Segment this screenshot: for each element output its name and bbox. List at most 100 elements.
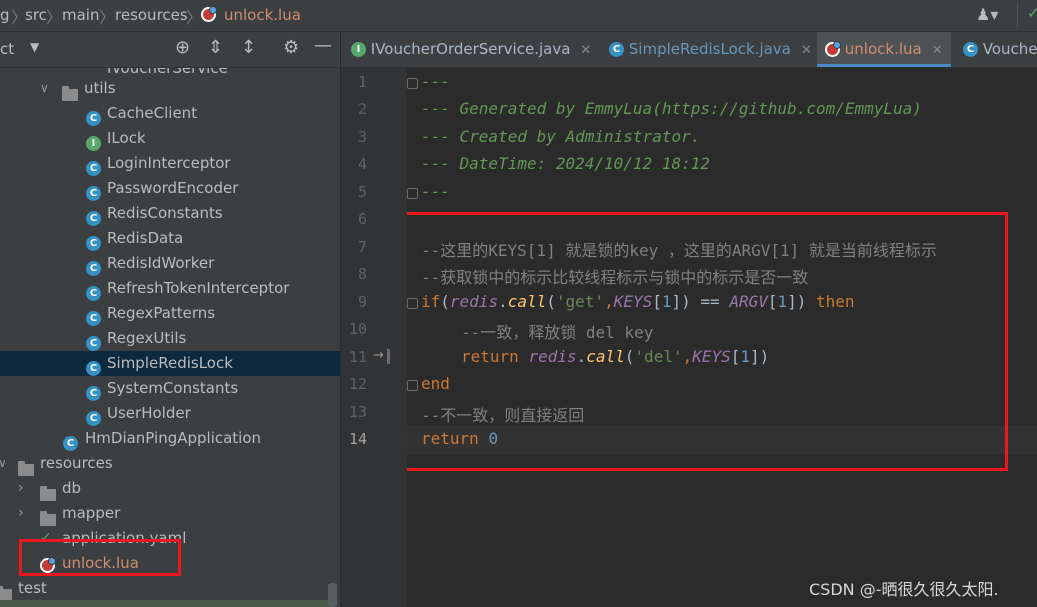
tab-unlock-lua[interactable]: unlock.lua ✕ <box>817 32 951 67</box>
lua-file-icon <box>201 6 217 22</box>
tab-simpleredislock[interactable]: C SimpleRedisLock.java ✕ <box>609 32 812 67</box>
close-icon[interactable]: ✕ <box>580 43 591 58</box>
tree-item-label: HmDianPingApplication <box>85 429 262 447</box>
project-view-title[interactable]: ct <box>0 40 14 58</box>
class-icon: C <box>86 236 101 251</box>
close-icon[interactable]: ✕ <box>801 43 812 58</box>
navigation-bar: g 〉 src 〉 main 〉 resources 〉 unlock.lua … <box>0 0 1037 32</box>
tree-item-ilock[interactable]: I ILock <box>0 126 340 151</box>
code-editor[interactable]: --- --- Generated by EmmyLua(https://git… <box>407 68 1037 607</box>
tab-ivoucherorderservice[interactable]: I IVoucherOrderService.java ✕ <box>351 32 591 67</box>
locate-file-icon[interactable]: ⊕ <box>175 37 190 58</box>
user-account-icon[interactable]: ♟▾ <box>976 5 998 24</box>
project-toolbar: ct ▼ ⊕ ⇕ ↕ ⚙ — <box>0 32 340 68</box>
tree-item-label: RegexUtils <box>107 329 187 347</box>
breadcrumb-resources[interactable]: resources <box>115 6 188 24</box>
tab-label: SimpleRedisLock.java <box>628 40 791 58</box>
tree-item-label: mapper <box>62 504 121 522</box>
line-number: 2 <box>357 100 367 118</box>
tree-item-redisdata[interactable]: C RedisData <box>0 226 340 251</box>
tree-item-redisconstants[interactable]: C RedisConstants <box>0 201 340 226</box>
editor-gutter: 1 2 3 4 5 6 7 8 9 10 11 12 13 14 → <box>341 68 407 607</box>
code-line-2: --- Generated by EmmyLua(https://github.… <box>421 99 922 118</box>
line-number: 11 <box>348 348 367 366</box>
tree-item-redisidworker[interactable]: C RedisIdWorker <box>0 251 340 276</box>
tree-item-regexutils[interactable]: C RegexUtils <box>0 326 340 351</box>
chevron-right-icon: 〉 <box>46 8 63 27</box>
tree-item-label: RefreshTokenInterceptor <box>107 279 290 297</box>
tree-item-simpleredislock[interactable]: C SimpleRedisLock <box>0 351 340 376</box>
line-number: 1 <box>357 73 367 91</box>
tree-folder-resources[interactable]: ∨ resources <box>0 451 340 476</box>
interface-icon: I <box>351 42 366 57</box>
tree-item-label: utils <box>84 79 116 97</box>
tree-item-regexpatterns[interactable]: C RegexPatterns <box>0 301 340 326</box>
tree-folder-test[interactable]: test <box>0 576 340 601</box>
line-number: 4 <box>357 155 367 173</box>
chevron-right-icon[interactable]: › <box>18 476 24 501</box>
class-icon: C <box>86 386 101 401</box>
tab-label: Vouche <box>982 40 1037 58</box>
tree-item-hmdianpingapplication[interactable]: C HmDianPingApplication <box>0 426 340 451</box>
chevron-right-icon[interactable]: › <box>18 501 24 526</box>
chevron-right-icon: 〉 <box>186 8 203 27</box>
tab-voucher[interactable]: C Vouche <box>963 32 1037 67</box>
chevron-down-icon[interactable]: ∨ <box>0 451 7 476</box>
tree-folder-db[interactable]: › db <box>0 476 340 501</box>
tree-item-label: SystemConstants <box>107 379 239 397</box>
highlight-box <box>407 212 1008 471</box>
tree-item-passwordencoder[interactable]: C PasswordEncoder <box>0 176 340 201</box>
tree-item-label: RedisConstants <box>107 204 223 222</box>
code-line-3: --- Created by Administrator. <box>421 127 701 146</box>
tree-item-logininterceptor[interactable]: C LoginInterceptor <box>0 151 340 176</box>
toolbar-divider <box>1017 3 1018 27</box>
project-tree: IVoucherService ∨ utils C CacheClient I … <box>0 68 340 607</box>
lua-file-icon <box>825 41 841 57</box>
tree-item-userholder[interactable]: C UserHolder <box>0 401 340 426</box>
class-icon: C <box>86 361 101 376</box>
class-icon: C <box>86 186 101 201</box>
fold-marker-icon[interactable] <box>407 78 418 89</box>
breadcrumb-current-file[interactable]: unlock.lua <box>224 6 301 24</box>
line-number: 7 <box>357 238 367 256</box>
class-icon: C <box>86 161 101 176</box>
line-number: 10 <box>348 320 367 338</box>
tree-item-partial-bottom[interactable] <box>0 600 330 607</box>
class-icon: C <box>963 42 978 57</box>
expand-all-icon[interactable]: ⇕ <box>208 37 223 58</box>
class-icon: C <box>609 42 624 57</box>
tree-folder-mapper[interactable]: › mapper <box>0 501 340 526</box>
tree-item-label: SimpleRedisLock <box>107 354 233 372</box>
tree-item-cacheclient[interactable]: C CacheClient <box>0 101 340 126</box>
tree-scrollbar[interactable] <box>328 583 337 607</box>
tree-item-label: test <box>18 579 47 597</box>
line-number: 14 <box>348 430 367 448</box>
vcs-update-icon[interactable]: ✓ <box>1027 4 1037 22</box>
fold-marker-icon[interactable] <box>407 188 418 199</box>
watermark: CSDN @-晒很久很久太阳. <box>809 580 999 599</box>
tree-item-refreshtokeninterceptor[interactable]: C RefreshTokenInterceptor <box>0 276 340 301</box>
collapse-all-icon[interactable]: ↕ <box>241 37 256 58</box>
code-line-5: --- <box>421 182 450 201</box>
class-icon: C <box>86 336 101 351</box>
code-line-4: --- DateTime: 2024/10/12 18:12 <box>421 154 710 173</box>
breadcrumb-src[interactable]: src <box>25 6 47 24</box>
class-icon: C <box>86 111 101 126</box>
close-icon[interactable]: ✕ <box>932 43 943 58</box>
chevron-down-icon[interactable]: ∨ <box>40 76 49 101</box>
dropdown-arrow-icon[interactable]: ▼ <box>30 40 39 54</box>
tree-item-label: RegexPatterns <box>107 304 216 322</box>
line-number: 8 <box>357 265 367 283</box>
change-marker <box>387 349 390 364</box>
code-line-1: --- <box>421 72 450 91</box>
tree-item-systemconstants[interactable]: C SystemConstants <box>0 376 340 401</box>
line-number: 9 <box>357 293 367 311</box>
breadcrumb-main[interactable]: main <box>62 6 99 24</box>
gear-icon[interactable]: ⚙ <box>283 37 299 58</box>
hide-panel-icon[interactable]: — <box>314 35 332 56</box>
line-number: 3 <box>357 128 367 146</box>
recursive-call-icon[interactable]: → <box>373 348 384 363</box>
breadcrumb-partial[interactable]: g <box>0 6 10 24</box>
editor-tab-bar: I IVoucherOrderService.java ✕ C SimpleRed… <box>341 32 1037 68</box>
tree-folder-utils[interactable]: ∨ utils <box>0 76 340 101</box>
